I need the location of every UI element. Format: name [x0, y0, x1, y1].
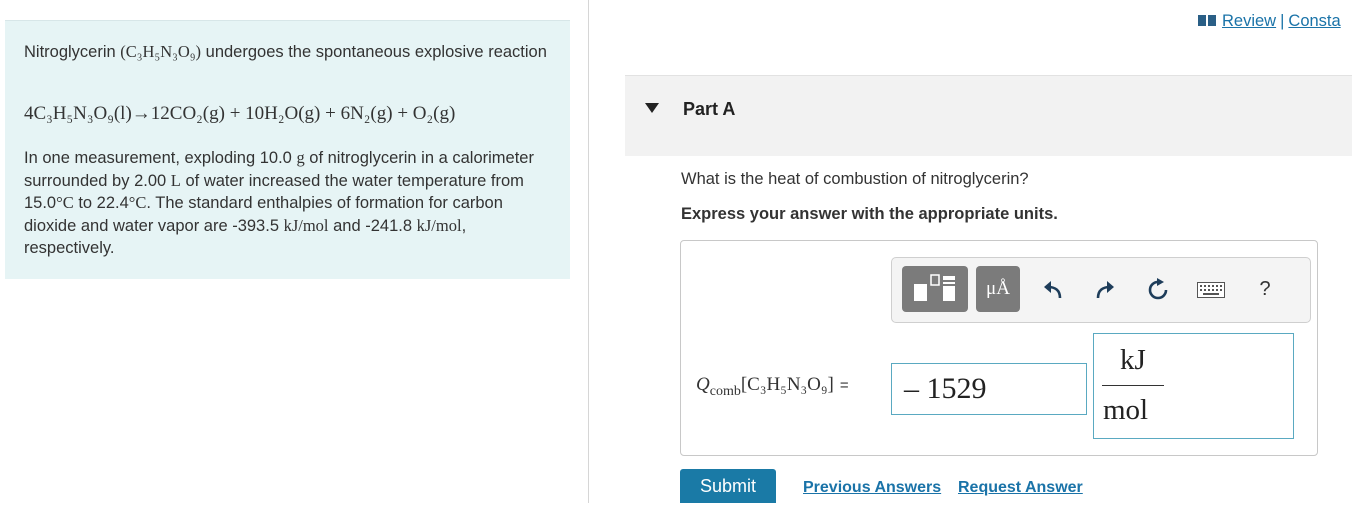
answer-label-equals: =: [839, 377, 849, 394]
problem-panel: Nitroglycerin (C₃H₅N₃O₉) undergoes the s…: [5, 20, 570, 279]
details-text-6: and -241.8: [333, 216, 413, 235]
redo-button[interactable]: [1092, 277, 1118, 303]
constants-link[interactable]: Consta: [1288, 12, 1340, 30]
book-icon: [1198, 15, 1216, 26]
instruction-text: Express your answer with the appropriate…: [681, 205, 1058, 223]
reset-button[interactable]: [1144, 276, 1172, 304]
answer-label: Qcomb[C₃H₅N₃O₉] =: [696, 374, 849, 400]
math-toolbar: μÅ ?: [891, 257, 1311, 323]
reset-icon: [1148, 278, 1168, 300]
column-divider: [588, 0, 589, 503]
details-unit-g: g: [296, 148, 305, 167]
intro-formula: (C₃H₅N₃O₉): [120, 42, 202, 61]
intro-text: Nitroglycerin: [24, 43, 116, 61]
part-header[interactable]: Part A: [625, 75, 1352, 156]
keyboard-icon: [1197, 282, 1225, 298]
details-unit-l: L: [170, 170, 181, 190]
fraction-bar: [1102, 385, 1164, 386]
unit-numerator: kJ: [1120, 344, 1146, 376]
undo-icon: [1044, 281, 1062, 299]
undo-button[interactable]: [1040, 277, 1066, 303]
help-icon: ?: [1259, 277, 1271, 300]
answer-value-input[interactable]: – 1529: [891, 363, 1087, 415]
keyboard-button[interactable]: [1196, 280, 1226, 300]
problem-details: In one measurement, exploding 10.0 g of …: [24, 147, 549, 260]
answer-box: μÅ ? Qcomb[C₃H₅N₃O₉] = – 1529 kJ mol: [680, 240, 1318, 456]
intro-rest: undergoes the spontaneous explosive reac…: [205, 43, 547, 61]
details-unit-c2: °C: [128, 193, 147, 212]
review-link[interactable]: Review: [1222, 12, 1276, 30]
answer-label-sub: comb: [709, 383, 741, 399]
help-button[interactable]: ?: [1252, 274, 1278, 304]
answer-unit-input[interactable]: kJ mol: [1093, 333, 1294, 439]
part-title: Part A: [683, 99, 736, 119]
units-button[interactable]: μÅ: [976, 266, 1020, 312]
reaction-equation: 4C₃H₅N₃O₉(l)→12CO₂(g) + 10H₂O(g) + 6N₂(g…: [24, 103, 456, 124]
problem-intro: Nitroglycerin (C₃H₅N₃O₉) undergoes the s…: [24, 41, 554, 63]
link-separator: |: [1280, 12, 1285, 30]
details-text-1: In one measurement, exploding 10.0: [24, 149, 292, 167]
collapse-triangle-icon[interactable]: [645, 103, 659, 113]
top-links: Review | Consta: [1198, 12, 1341, 31]
details-text-4: to 22.4: [78, 194, 129, 212]
previous-answers-link[interactable]: Previous Answers: [803, 479, 941, 497]
template-icon: [914, 274, 955, 301]
template-button[interactable]: [902, 266, 968, 312]
request-answer-link[interactable]: Request Answer: [958, 479, 1083, 497]
answer-label-q: Q: [696, 374, 710, 395]
question-text: What is the heat of combustion of nitrog…: [681, 170, 1029, 188]
units-icon: μÅ: [986, 278, 1010, 299]
submit-button[interactable]: Submit: [680, 469, 776, 503]
unit-denominator: mol: [1103, 394, 1149, 426]
redo-icon: [1096, 281, 1114, 299]
answer-label-formula: [C₃H₅N₃O₉]: [740, 374, 834, 395]
details-unit-c1: °C: [56, 193, 74, 212]
details-unit-kjmol2: kJ/mol: [416, 215, 462, 235]
details-unit-kjmol1: kJ/mol: [283, 215, 329, 235]
